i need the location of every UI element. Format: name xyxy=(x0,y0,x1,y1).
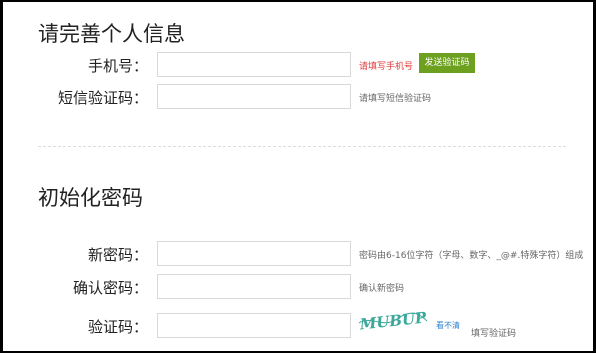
captcha-image[interactable]: MUBUP xyxy=(357,309,429,331)
section-divider xyxy=(38,146,566,147)
captcha-text: MUBUP xyxy=(358,309,428,331)
password-rule-hint: 密码由6-16位字符（字母、数字、_@#.特殊字符）组成 xyxy=(359,251,584,261)
sms-code-label: 短信验证码： xyxy=(57,89,148,107)
captcha-label: 验证码： xyxy=(87,318,148,336)
sms-code-hint: 请填写短信验证码 xyxy=(359,94,432,104)
confirm-password-input[interactable] xyxy=(157,274,351,299)
new-password-input[interactable] xyxy=(157,241,351,266)
confirm-password-label: 确认密码： xyxy=(72,279,148,297)
confirm-password-row: 确认密码： 确认新密码 xyxy=(3,274,593,301)
sms-code-input[interactable] xyxy=(157,84,351,109)
sms-code-row: 短信验证码： 请填写短信验证码 xyxy=(3,84,593,111)
section-title-password: 初始化密码 xyxy=(38,186,143,210)
captcha-row: 验证码： MUBUP 看不清 填写验证码 xyxy=(3,309,593,340)
send-code-button[interactable]: 发送验证码 xyxy=(419,53,475,73)
new-password-label: 新密码： xyxy=(87,246,148,264)
profile-form-panel: 请完善个人信息 手机号： 请填写手机号 发送验证码 短信验证码： 请填写短信验证… xyxy=(3,2,593,351)
section-title-profile: 请完善个人信息 xyxy=(38,22,185,46)
phone-row: 手机号： 请填写手机号 发送验证码 xyxy=(3,52,593,79)
phone-hint: 请填写手机号 xyxy=(359,62,414,72)
new-password-row: 新密码： 密码由6-16位字符（字母、数字、_@#.特殊字符）组成 xyxy=(3,241,593,268)
captcha-refresh-link[interactable]: 看不清 xyxy=(436,320,460,331)
phone-label: 手机号： xyxy=(87,57,148,75)
captcha-input[interactable] xyxy=(157,313,351,338)
confirm-password-hint: 确认新密码 xyxy=(359,284,405,294)
captcha-hint: 填写验证码 xyxy=(471,329,517,339)
phone-input[interactable] xyxy=(157,52,351,77)
